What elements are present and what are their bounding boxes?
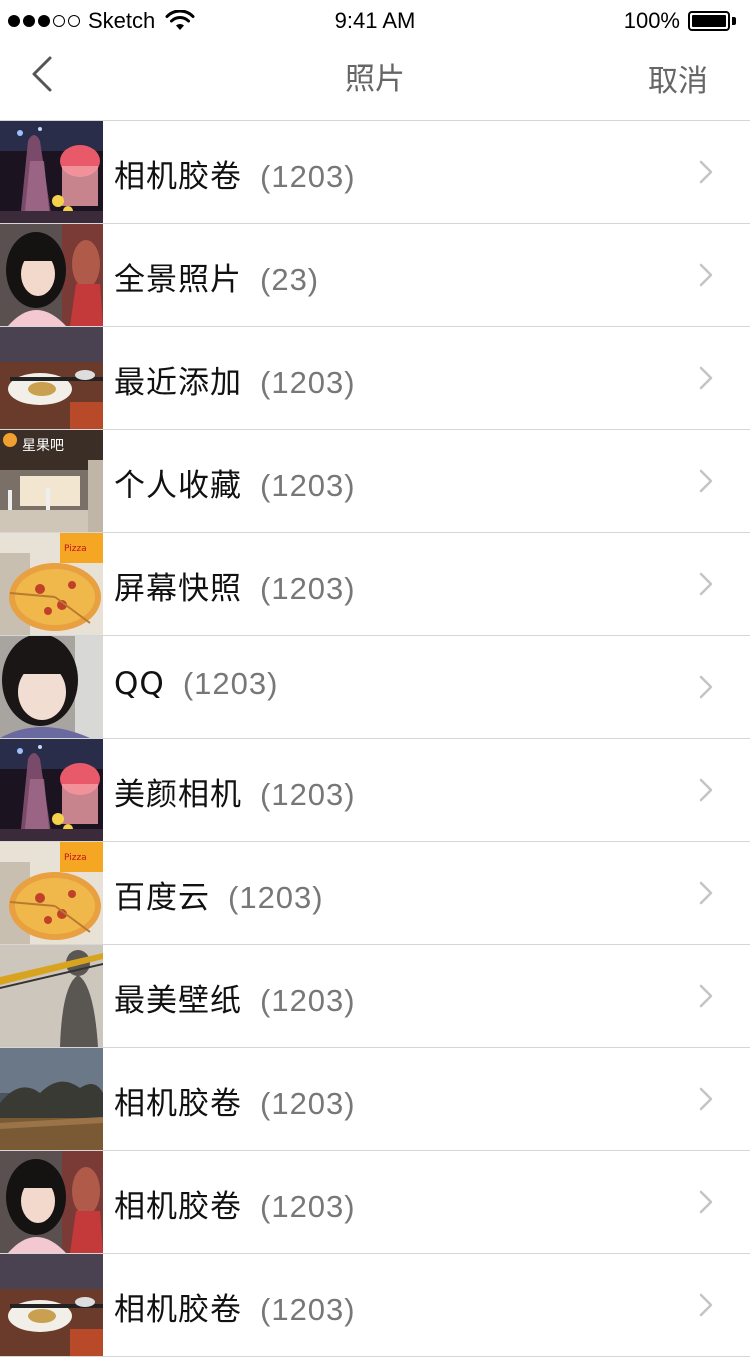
album-count: (1203) <box>260 777 356 812</box>
album-name: 相机胶卷 (1203) <box>114 1284 356 1329</box>
chevron-right-icon <box>699 1293 713 1317</box>
album-row[interactable]: 相机胶卷 (1203) <box>0 1151 750 1254</box>
album-title: 美颜相机 <box>114 777 242 813</box>
album-row[interactable]: 美颜相机 (1203) <box>0 739 750 842</box>
album-thumbnail <box>0 1254 103 1356</box>
album-count: (1203) <box>260 1292 356 1327</box>
album-name: 相机胶卷 (1203) <box>114 1078 356 1123</box>
album-thumbnail <box>0 121 103 223</box>
chevron-right-icon <box>699 984 713 1008</box>
album-name: 个人收藏 (1203) <box>114 460 356 505</box>
album-count: (1203) <box>260 1189 356 1224</box>
album-thumbnail: 星果吧 <box>0 430 103 532</box>
album-count: (1203) <box>260 983 356 1018</box>
album-count: (1203) <box>182 666 279 701</box>
album-title: 相机胶卷 <box>114 1086 242 1122</box>
album-title: 全景照片 <box>114 262 242 298</box>
album-title: QQ <box>114 666 165 702</box>
album-title: 相机胶卷 <box>114 1189 242 1225</box>
chevron-right-icon <box>699 572 713 596</box>
album-row[interactable]: Pizza 屏幕快照 (1203) <box>0 533 750 636</box>
album-name: QQ (1203) <box>114 666 278 702</box>
album-name: 屏幕快照 (1203) <box>114 563 356 608</box>
chevron-right-icon <box>699 1087 713 1111</box>
svg-text:星果吧: 星果吧 <box>22 438 64 454</box>
navigation-bar: 照片 取消 <box>0 40 750 121</box>
battery-icon <box>688 11 736 31</box>
album-count: (1203) <box>228 880 324 915</box>
album-row[interactable]: 相机胶卷 (1203) <box>0 1048 750 1151</box>
album-thumbnail <box>0 1151 103 1253</box>
album-row[interactable]: 相机胶卷 (1203) <box>0 1254 750 1357</box>
album-title: 个人收藏 <box>114 468 242 504</box>
album-title: 最近添加 <box>114 365 242 401</box>
album-thumbnail <box>0 224 103 326</box>
album-count: (1203) <box>260 1086 356 1121</box>
album-name: 全景照片 (23) <box>114 254 319 299</box>
cancel-button[interactable]: 取消 <box>648 56 708 100</box>
album-row[interactable]: Pizza 百度云 (1203) <box>0 842 750 945</box>
album-thumbnail: Pizza <box>0 533 103 635</box>
album-thumbnail <box>0 945 103 1047</box>
album-thumbnail <box>0 1048 103 1150</box>
status-bar: Sketch 9:41 AM 100% <box>0 0 750 40</box>
album-row[interactable]: 最近添加 (1203) <box>0 327 750 430</box>
chevron-right-icon <box>699 1190 713 1214</box>
album-title: 最美壁纸 <box>114 983 242 1019</box>
chevron-right-icon <box>699 263 713 287</box>
album-title: 百度云 <box>114 880 210 916</box>
chevron-right-icon <box>699 675 713 699</box>
album-row[interactable]: 星果吧 个人收藏 (1203) <box>0 430 750 533</box>
battery-status: 100% <box>624 8 736 34</box>
album-name: 相机胶卷 (1203) <box>114 1181 356 1226</box>
svg-text:Pizza: Pizza <box>64 544 87 554</box>
album-row[interactable]: 全景照片 (23) <box>0 224 750 327</box>
svg-text:Pizza: Pizza <box>64 853 87 863</box>
album-count: (23) <box>260 262 320 297</box>
battery-percent: 100% <box>623 8 680 33</box>
chevron-right-icon <box>699 881 713 905</box>
album-row[interactable]: QQ (1203) <box>0 636 750 739</box>
album-thumbnail: Pizza <box>0 842 103 944</box>
album-title: 相机胶卷 <box>114 1292 242 1328</box>
album-name: 最近添加 (1203) <box>114 357 356 402</box>
album-count: (1203) <box>260 468 356 503</box>
album-name: 相机胶卷 (1203) <box>114 151 356 196</box>
album-name: 美颜相机 (1203) <box>114 769 356 814</box>
album-count: (1203) <box>260 571 356 606</box>
page-title: 照片 <box>345 62 405 97</box>
album-thumbnail <box>0 636 103 738</box>
album-row[interactable]: 相机胶卷 (1203) <box>0 121 750 224</box>
chevron-right-icon <box>699 160 713 184</box>
chevron-right-icon <box>699 778 713 802</box>
album-thumbnail <box>0 739 103 841</box>
album-name: 最美壁纸 (1203) <box>114 975 356 1020</box>
album-row[interactable]: 最美壁纸 (1203) <box>0 945 750 1048</box>
album-count: (1203) <box>260 365 356 400</box>
album-title: 屏幕快照 <box>114 571 242 607</box>
album-count: (1203) <box>260 159 356 194</box>
chevron-right-icon <box>699 366 713 390</box>
album-list: 相机胶卷 (1203) 全景照片 (23) 最近添加 (1203) 星果吧 个人收藏 (… <box>0 121 750 1357</box>
album-name: 百度云 (1203) <box>114 872 324 917</box>
chevron-right-icon <box>699 469 713 493</box>
album-thumbnail <box>0 327 103 429</box>
album-title: 相机胶卷 <box>114 159 242 195</box>
